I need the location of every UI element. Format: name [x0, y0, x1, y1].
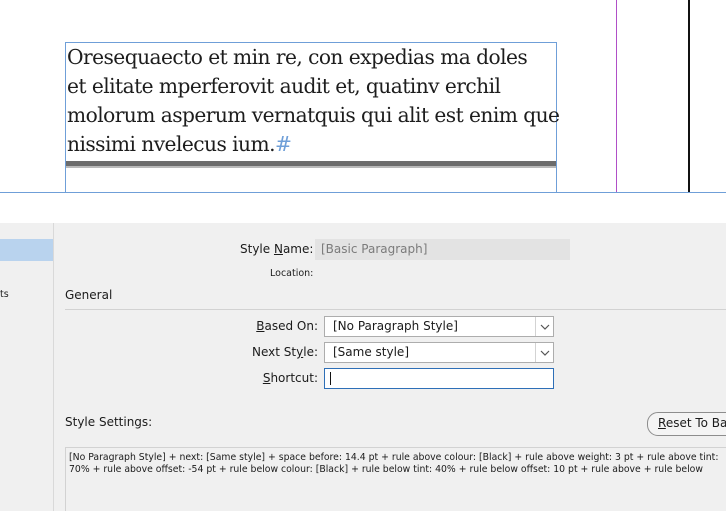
- document-canvas[interactable]: Oresequaecto et min re, con expedias ma …: [0, 0, 726, 193]
- paragraph-style-options-dialog: ts Style Name: [Basic Paragraph] Locatio…: [0, 223, 726, 511]
- text-frame[interactable]: Oresequaecto et min re, con expedias ma …: [65, 42, 560, 193]
- style-settings-summary: [No Paragraph Style] + next: [Same style…: [65, 447, 726, 511]
- dialog-header-strip: [0, 193, 726, 223]
- text-line: Oresequaecto et min re, con expedias ma …: [67, 45, 528, 69]
- shortcut-label: Shortcut:: [262, 371, 318, 385]
- reset-to-base-button[interactable]: Reset To Ba: [647, 412, 726, 436]
- style-settings-line: [No Paragraph Style] + next: [Same style…: [69, 452, 719, 463]
- sidebar-item-partial[interactable]: ts: [0, 289, 9, 300]
- based-on-select[interactable]: [No Paragraph Style]: [324, 316, 554, 337]
- paragraph-rule-below-tint: [66, 166, 556, 168]
- shortcut-input[interactable]: [324, 368, 554, 389]
- text-caret: [330, 372, 331, 385]
- paragraph-mark-icon: #: [274, 132, 292, 156]
- next-style-label: Next Style:: [252, 345, 318, 359]
- text-line-last: nissimi nvelecus ium.: [67, 132, 276, 156]
- based-on-value: [No Paragraph Style]: [333, 319, 458, 333]
- next-style-select[interactable]: [Same style]: [324, 342, 554, 363]
- based-on-label: Based On:: [256, 319, 318, 333]
- style-name-label: Style Name:: [240, 242, 314, 256]
- style-name-field[interactable]: [Basic Paragraph]: [315, 239, 570, 260]
- text-line: et elitate mperferovit audit et, quatinv…: [67, 74, 501, 98]
- section-divider: [65, 309, 726, 310]
- chevron-down-icon[interactable]: [535, 317, 553, 336]
- text-line: molorum asperum vernatquis qui alit est …: [67, 103, 560, 127]
- style-settings-line: 70% + rule above offset: -54 pt + rule b…: [69, 464, 703, 475]
- next-style-value: [Same style]: [333, 345, 409, 359]
- style-settings-label: Style Settings:: [65, 415, 153, 429]
- sidebar-item-general[interactable]: [0, 239, 53, 261]
- text-line: nissimi nvelecus ium.#: [67, 130, 555, 159]
- location-label: Location:: [270, 268, 314, 279]
- margin-guide: [616, 0, 617, 193]
- page-edge: [688, 0, 690, 193]
- text-frame-content[interactable]: Oresequaecto et min re, con expedias ma …: [67, 43, 560, 159]
- category-sidebar: ts: [0, 223, 54, 511]
- section-title: General: [65, 288, 113, 302]
- chevron-down-icon[interactable]: [535, 343, 553, 362]
